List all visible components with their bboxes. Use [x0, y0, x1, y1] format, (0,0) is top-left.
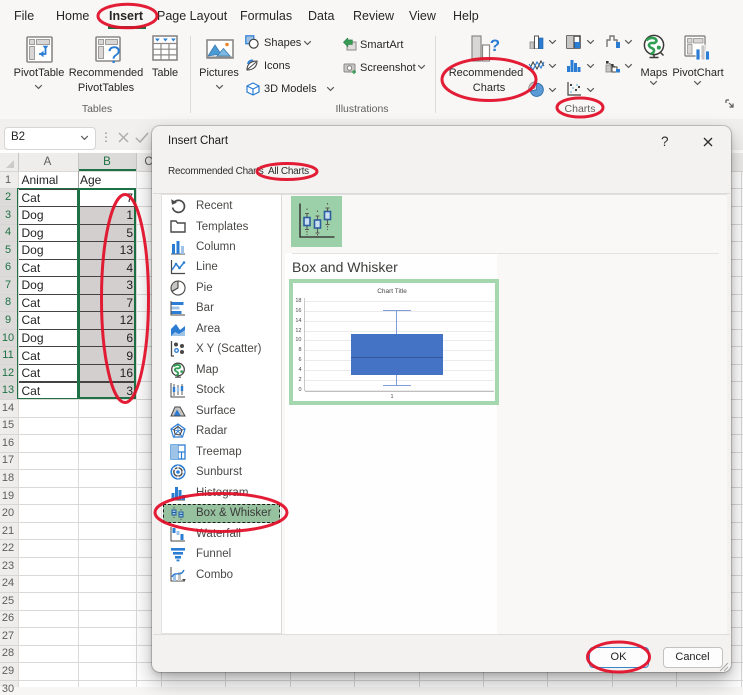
svg-text:?: ?: [107, 42, 120, 66]
svg-text:?: ?: [490, 36, 500, 55]
